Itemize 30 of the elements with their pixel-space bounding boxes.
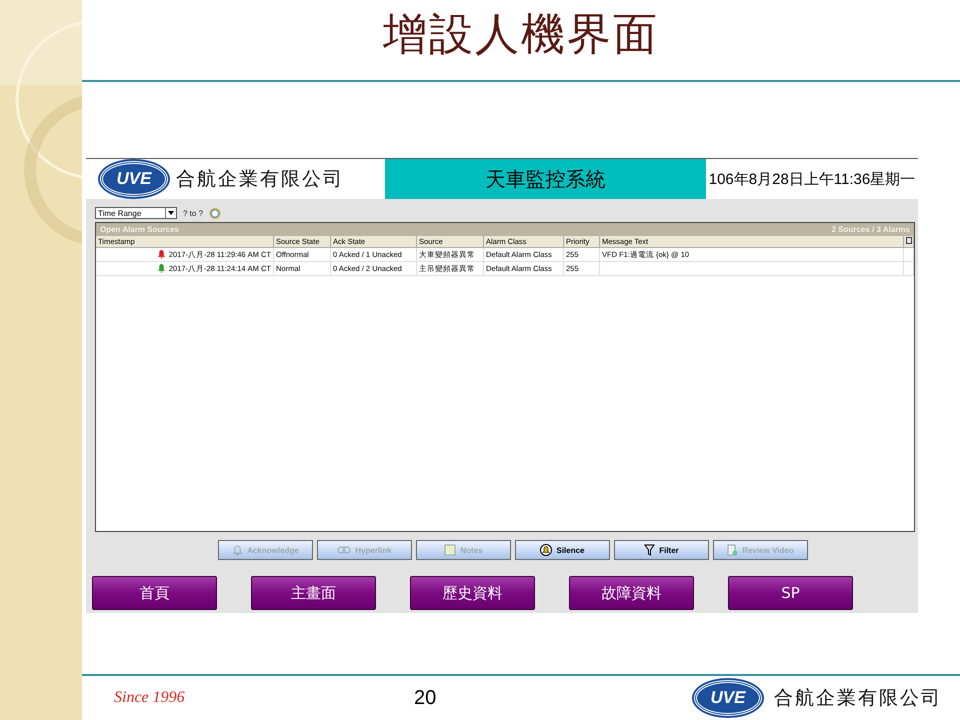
link-icon <box>337 546 352 554</box>
footer-tagline: Since 1996 <box>114 689 186 707</box>
alarm-clock-icon[interactable] <box>209 207 222 219</box>
nav-button[interactable]: SP <box>728 576 853 610</box>
column-chooser[interactable] <box>904 236 914 248</box>
alarm-summary: 2 Sources / 3 Alarms <box>832 225 910 234</box>
company-name: 合航企業有限公司 <box>176 167 344 192</box>
note-icon <box>444 544 456 556</box>
nav-button[interactable]: 故障資料 <box>569 576 694 610</box>
action-button[interactable]: Filter <box>614 540 709 560</box>
nav-button[interactable]: 主畫面 <box>251 576 376 610</box>
table-title: Open Alarm Sources <box>100 225 179 234</box>
date-time: 106年8月28日上午11:36星期一 <box>708 170 916 190</box>
video-icon <box>727 544 738 556</box>
bell-icon <box>232 544 244 556</box>
company-name: 合航企業有限公司 <box>774 686 942 711</box>
action-button[interactable]: Silence <box>515 540 610 560</box>
column-chooser-icon <box>906 237 912 244</box>
company-logo: UVE <box>694 680 762 716</box>
bell-icon <box>540 544 552 556</box>
nav-button[interactable]: 歷史資料 <box>410 576 535 610</box>
time-range-select[interactable]: Time Range <box>95 207 177 219</box>
filter-icon <box>644 544 656 556</box>
slide-title: 增設人機界面 <box>383 8 659 62</box>
nav-button[interactable]: 首頁 <box>92 576 217 610</box>
page-number: 20 <box>414 686 438 710</box>
caret-icon <box>168 211 174 215</box>
system-title: 天車監控系統 <box>385 159 706 199</box>
range-text: ? to ? <box>183 208 204 218</box>
company-logo: UVE <box>100 161 168 197</box>
